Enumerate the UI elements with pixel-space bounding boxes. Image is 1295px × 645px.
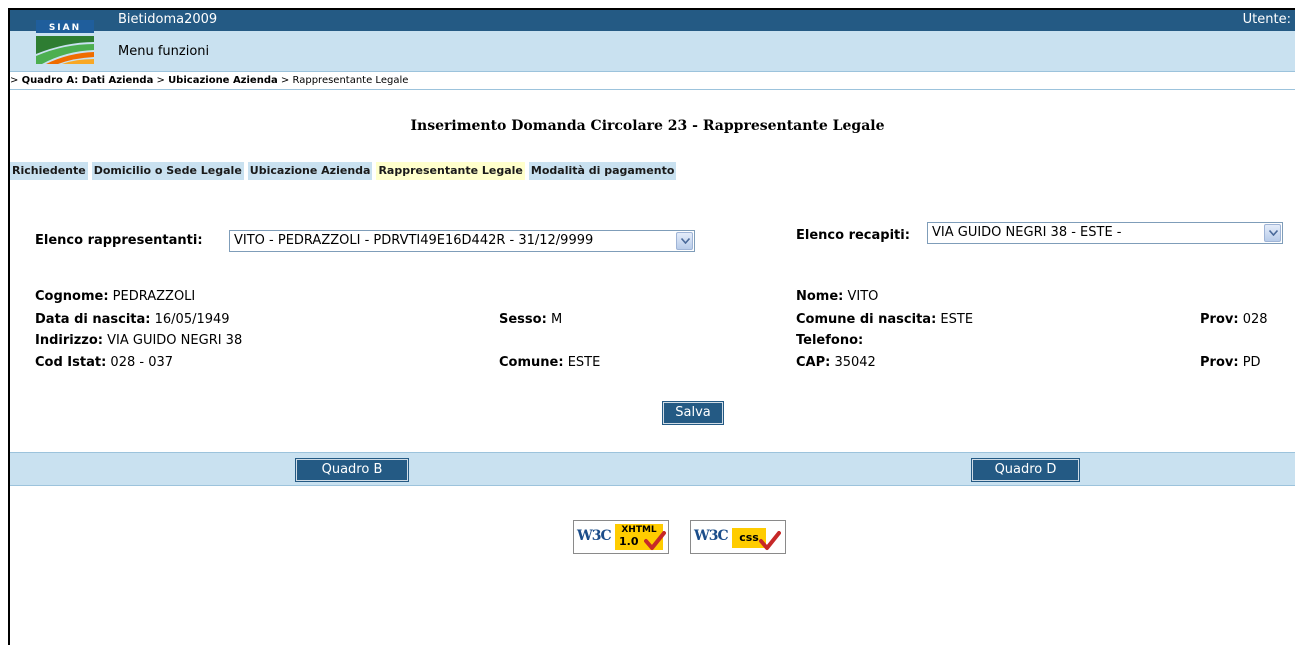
user-label: Utente: <box>1242 12 1291 27</box>
app-title: Bietidoma2009 <box>118 12 218 27</box>
svg-text:SIAN: SIAN <box>49 23 81 33</box>
menu-bar: Menu funzioni <box>10 31 1295 71</box>
comune-nascita-field: Comune di nascita: ESTE <box>796 312 974 327</box>
prov-nascita-field: Prov: 028 <box>1200 312 1268 327</box>
data-nascita-value: 16/05/1949 <box>154 312 230 327</box>
breadcrumb-current: Rappresentante Legale <box>292 75 409 86</box>
tab-bar: Richiedente Domicilio o Sede Legale Ubic… <box>10 162 677 180</box>
tab-domicilio[interactable]: Domicilio o Sede Legale <box>91 162 244 180</box>
cap-field: CAP: 35042 <box>796 355 876 370</box>
cognome-value: PEDRAZZOLI <box>112 289 196 304</box>
prov-nascita-value: 028 <box>1242 312 1268 327</box>
checkmark-icon <box>644 531 666 550</box>
w3c-css-badge[interactable]: W3C css <box>690 520 786 554</box>
menu-funzioni-link[interactable]: Menu funzioni <box>118 44 209 59</box>
tab-pagamento[interactable]: Modalità di pagamento <box>528 162 677 180</box>
comune-field: Comune: ESTE <box>499 355 601 370</box>
quadro-d-button[interactable]: Quadro D <box>971 458 1080 482</box>
recapiti-label: Elenco recapiti: <box>796 228 910 243</box>
breadcrumb-sep: > <box>277 75 293 86</box>
recapiti-value: VIA GUIDO NEGRI 38 - ESTE - <box>932 225 1122 240</box>
cap-value: 35042 <box>834 355 876 370</box>
title-bar: Bietidoma2009 Utente: <box>10 10 1295 31</box>
breadcrumb-bar: > Quadro A: Dati Azienda > Ubicazione Az… <box>10 71 1295 90</box>
rappresentanti-select[interactable]: VITO - PEDRAZZOLI - PDRVTI49E16D442R - 3… <box>229 230 695 252</box>
nome-field: Nome: VITO <box>796 289 879 304</box>
checkmark-icon <box>759 531 781 550</box>
indirizzo-value: VIA GUIDO NEGRI 38 <box>107 333 243 348</box>
chevron-down-icon[interactable] <box>1264 224 1281 242</box>
cod-istat-value: 028 - 037 <box>110 355 174 370</box>
data-nascita-field: Data di nascita: 16/05/1949 <box>35 312 230 327</box>
tab-rappresentante[interactable]: Rappresentante Legale <box>376 162 525 180</box>
breadcrumb-quadro-a[interactable]: Quadro A: Dati Azienda <box>22 75 154 86</box>
chevron-down-icon[interactable] <box>676 232 693 250</box>
cognome-field: Cognome: PEDRAZZOLI <box>35 289 196 304</box>
rappresentanti-value: VITO - PEDRAZZOLI - PDRVTI49E16D442R - 3… <box>234 233 594 248</box>
left-border <box>8 8 10 645</box>
breadcrumb-sep: > <box>153 75 169 86</box>
indirizzo-field: Indirizzo: VIA GUIDO NEGRI 38 <box>35 333 243 348</box>
page-frame: Bietidoma2009 Utente: Menu funzioni SIAN… <box>0 0 1295 645</box>
nome-value: VITO <box>847 289 879 304</box>
sian-logo: SIAN <box>36 20 94 70</box>
recapiti-select[interactable]: VIA GUIDO NEGRI 38 - ESTE - <box>927 222 1283 244</box>
rappresentanti-label: Elenco rappresentanti: <box>35 233 203 248</box>
comune-nascita-value: ESTE <box>940 312 974 327</box>
sesso-value: M <box>550 312 563 327</box>
breadcrumb-prefix: > <box>10 75 22 86</box>
page-title: Inserimento Domanda Circolare 23 - Rappr… <box>410 118 885 134</box>
tab-ubicazione[interactable]: Ubicazione Azienda <box>247 162 373 180</box>
breadcrumb-ubicazione[interactable]: Ubicazione Azienda <box>168 75 278 86</box>
prov-value: PD <box>1242 355 1261 370</box>
quadro-b-button[interactable]: Quadro B <box>295 458 409 482</box>
tab-richiedente[interactable]: Richiedente <box>10 162 88 180</box>
quadro-nav-bar <box>10 452 1295 486</box>
w3c-xhtml-logo: W3C <box>577 528 612 544</box>
w3c-css-logo: W3C <box>694 528 729 544</box>
cod-istat-field: Cod Istat: 028 - 037 <box>35 355 174 370</box>
sesso-field: Sesso: M <box>499 312 563 327</box>
save-button[interactable]: Salva <box>662 401 724 425</box>
telefono-field: Telefono: <box>796 333 864 348</box>
breadcrumb: > Quadro A: Dati Azienda > Ubicazione Az… <box>10 75 408 86</box>
comune-value: ESTE <box>567 355 601 370</box>
prov-field: Prov: PD <box>1200 355 1261 370</box>
w3c-xhtml-badge[interactable]: W3C XHTML 1.0 <box>573 520 669 554</box>
